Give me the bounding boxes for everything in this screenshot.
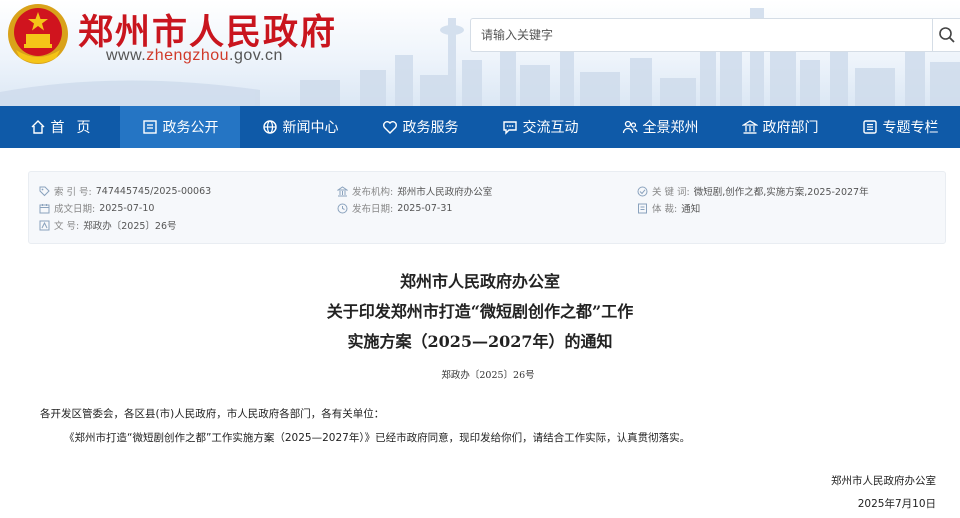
building-icon: [741, 120, 758, 134]
nav-item-departments[interactable]: 政府部门: [720, 106, 840, 148]
search-button[interactable]: [932, 18, 960, 52]
document-number: 郑政办〔2025〕26号: [441, 370, 535, 381]
nav-label: 政务公开: [162, 120, 219, 136]
heart-icon: [382, 121, 397, 134]
main-nav: 首页 政务公开 新闻中心 政务服务 交流互动 全景郑州 政府部门 专题专栏: [0, 106, 960, 148]
globe-icon: [262, 120, 277, 134]
tag-icon: [39, 186, 50, 196]
nav-item-news-center[interactable]: 新闻中心: [240, 106, 360, 148]
url-highlight: zhengzhou: [146, 47, 230, 64]
check-circle-icon: [637, 186, 648, 196]
meta-document-number: 文 号: 郑政办〔2025〕26号: [39, 218, 177, 232]
calendar-icon: [39, 203, 50, 213]
nav-label: 政务服务: [402, 120, 459, 136]
nav-item-home[interactable]: 首页: [0, 106, 120, 148]
document-metadata-box: 索 引 号: 747445745/2025-00063 成文日期: 2025-07-…: [28, 171, 946, 244]
clock-icon: [337, 203, 348, 213]
national-emblem-logo: [8, 4, 68, 64]
nav-item-gov-affairs-open[interactable]: 政务公开: [120, 106, 240, 148]
meta-issuer: 发布机构: 郑州市人民政府办公室: [337, 184, 492, 198]
nav-item-interaction[interactable]: 交流互动: [480, 106, 600, 148]
url-prefix: www.: [106, 47, 147, 64]
site-header: 郑州市人民政府 www.zhengzhou.gov.cn: [0, 0, 960, 106]
nav-item-panorama[interactable]: 全景郑州: [600, 106, 720, 148]
home-icon: [31, 120, 44, 134]
notebook-icon: [638, 203, 647, 213]
search-box: [470, 18, 934, 52]
nav-label: 政府部门: [762, 120, 819, 136]
document-number-icon: [39, 220, 50, 230]
nav-item-gov-services[interactable]: 政务服务: [360, 106, 480, 148]
site-url: www.zhengzhou.gov.cn: [106, 47, 283, 65]
nav-label: 专题专栏: [882, 120, 939, 136]
nav-label: 全景郑州: [642, 120, 699, 136]
document-title-line-2: 关于印发郑州市打造“微短剧创作之都”工作: [326, 302, 634, 321]
chat-icon: [502, 121, 517, 135]
list-icon: [862, 120, 877, 134]
nav-label: 新闻中心: [282, 120, 339, 136]
document-sign-date: 2025年7月10日: [857, 498, 936, 510]
meta-genre: 体 裁: 通知: [637, 201, 700, 215]
document-title-line-1: 郑州市人民政府办公室: [399, 272, 560, 291]
document-icon: [142, 120, 157, 134]
document-salutation: 各开发区管委会，各区县(市)人民政府，市人民政府各部门，各有关单位：: [40, 408, 385, 420]
meta-keywords: 关 键 词: 微短剧,创作之都,实施方案,2025-2027年: [637, 184, 869, 198]
document-title-line-3: 实施方案（2025—2027年）的通知: [347, 332, 613, 351]
meta-publish-date: 发布日期: 2025-07-31: [337, 201, 452, 215]
institution-icon: [337, 185, 348, 196]
search-input[interactable]: [471, 19, 934, 51]
document-signature: 郑州市人民政府办公室: [831, 475, 936, 487]
url-suffix: .gov.cn: [229, 47, 283, 64]
nav-label: 交流互动: [522, 120, 579, 136]
nav-label: 首页: [50, 120, 103, 136]
nav-item-special-topics[interactable]: 专题专栏: [840, 106, 960, 148]
meta-date-created: 成文日期: 2025-07-10: [39, 201, 154, 215]
people-icon: [622, 120, 638, 134]
document-body-paragraph: 《郑州市打造“微短剧创作之都”工作实施方案（2025—2027年）》已经市政府同…: [64, 432, 691, 444]
meta-index-number: 索 引 号: 747445745/2025-00063: [39, 184, 211, 198]
search-icon: [938, 27, 955, 43]
